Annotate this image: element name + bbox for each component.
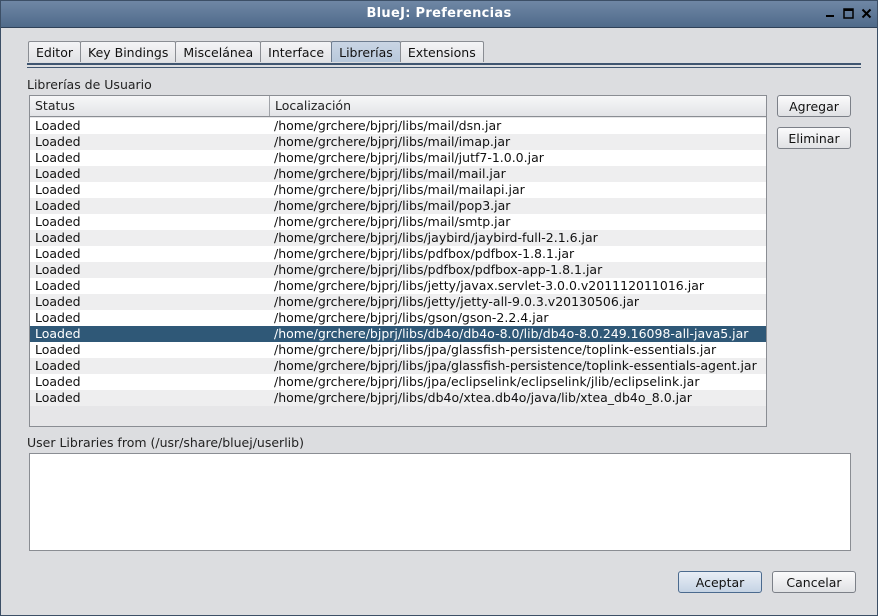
table-row[interactable]: Loaded/home/grchere/bjprj/libs/db4o/db4o… (30, 326, 766, 342)
location-cell: /home/grchere/bjprj/libs/mail/smtp.jar (274, 214, 511, 229)
table-row[interactable]: Loaded/home/grchere/bjprj/libs/mail/mail… (30, 166, 766, 182)
status-cell: Loaded (35, 374, 81, 389)
tab-miscelanea[interactable]: Miscelánea (175, 41, 262, 62)
table-row[interactable]: Loaded/home/grchere/bjprj/libs/mail/pop3… (30, 198, 766, 214)
table-row[interactable]: Loaded/home/grchere/bjprj/libs/db4o/xtea… (30, 390, 766, 406)
location-cell: /home/grchere/bjprj/libs/db4o/xtea.db4o/… (274, 390, 692, 405)
table-row[interactable]: Loaded/home/grchere/bjprj/libs/jetty/jet… (30, 294, 766, 310)
table-row[interactable]: Loaded/home/grchere/bjprj/libs/jaybird/j… (30, 230, 766, 246)
preferences-window: BlueJ: Preferencias Editor Key Bindings … (0, 0, 878, 616)
table-row[interactable]: Loaded/home/grchere/bjprj/libs/mail/mail… (30, 182, 766, 198)
location-cell: /home/grchere/bjprj/libs/mail/mail.jar (274, 166, 506, 181)
table-row[interactable]: Loaded/home/grchere/bjprj/libs/pdfbox/pd… (30, 246, 766, 262)
location-cell: /home/grchere/bjprj/libs/db4o/db4o-8.0/l… (274, 326, 749, 341)
status-cell: Loaded (35, 342, 81, 357)
location-cell: /home/grchere/bjprj/libs/mail/pop3.jar (274, 198, 511, 213)
remove-library-button[interactable]: Eliminar (777, 127, 851, 149)
status-cell: Loaded (35, 182, 81, 197)
window-title: BlueJ: Preferencias (366, 6, 512, 21)
location-cell: /home/grchere/bjprj/libs/mail/dsn.jar (274, 118, 502, 133)
tab-extensions[interactable]: Extensions (399, 41, 484, 62)
system-libraries-label: User Libraries from (/usr/share/bluej/us… (27, 435, 304, 450)
status-cell: Loaded (35, 310, 81, 325)
minimize-icon[interactable] (823, 6, 837, 20)
table-row[interactable]: Loaded/home/grchere/bjprj/libs/mail/smtp… (30, 214, 766, 230)
status-cell: Loaded (35, 166, 81, 181)
table-row[interactable]: Loaded/home/grchere/bjprj/libs/jetty/jav… (30, 278, 766, 294)
table-row[interactable]: Loaded/home/grchere/bjprj/libs/mail/dsn.… (30, 118, 766, 134)
user-libraries-table[interactable]: Status Localización Loaded/home/grchere/… (29, 95, 767, 427)
location-cell: /home/grchere/bjprj/libs/mail/imap.jar (274, 134, 511, 149)
accept-button[interactable]: Aceptar (678, 571, 762, 593)
preferences-tabs: Editor Key Bindings Miscelánea Interface… (28, 41, 484, 63)
location-cell: /home/grchere/bjprj/libs/mail/mailapi.ja… (274, 182, 525, 197)
table-body: Loaded/home/grchere/bjprj/libs/mail/dsn.… (30, 117, 766, 406)
location-cell: /home/grchere/bjprj/libs/jpa/eclipselink… (274, 374, 700, 389)
close-icon[interactable] (859, 6, 873, 20)
status-cell: Loaded (35, 150, 81, 165)
table-row[interactable]: Loaded/home/grchere/bjprj/libs/mail/imap… (30, 134, 766, 150)
window-controls (823, 6, 873, 20)
title-bar[interactable]: BlueJ: Preferencias (1, 1, 877, 28)
table-row[interactable]: Loaded/home/grchere/bjprj/libs/gson/gson… (30, 310, 766, 326)
user-libraries-label: Librerías de Usuario (27, 77, 152, 92)
tab-editor[interactable]: Editor (28, 41, 81, 62)
column-header-status[interactable]: Status (30, 96, 270, 116)
status-cell: Loaded (35, 246, 81, 261)
status-cell: Loaded (35, 358, 81, 373)
table-row[interactable]: Loaded/home/grchere/bjprj/libs/jpa/glass… (30, 342, 766, 358)
location-cell: /home/grchere/bjprj/libs/jpa/glassfish-p… (274, 358, 757, 373)
table-row[interactable]: Loaded/home/grchere/bjprj/libs/mail/jutf… (30, 150, 766, 166)
location-cell: /home/grchere/bjprj/libs/pdfbox/pdfbox-1… (274, 246, 575, 261)
tab-divider-secondary (27, 67, 861, 68)
maximize-icon[interactable] (841, 6, 855, 20)
tab-divider (27, 63, 861, 65)
status-cell: Loaded (35, 118, 81, 133)
column-header-location[interactable]: Localización (270, 96, 766, 116)
location-cell: /home/grchere/bjprj/libs/pdfbox/pdfbox-a… (274, 262, 603, 277)
add-library-button[interactable]: Agregar (777, 95, 851, 117)
status-cell: Loaded (35, 278, 81, 293)
tab-key-bindings[interactable]: Key Bindings (80, 41, 177, 62)
status-cell: Loaded (35, 294, 81, 309)
system-libraries-list[interactable] (29, 453, 851, 551)
status-cell: Loaded (35, 326, 81, 341)
location-cell: /home/grchere/bjprj/libs/jetty/jetty-all… (274, 294, 640, 309)
status-cell: Loaded (35, 134, 81, 149)
location-cell: /home/grchere/bjprj/libs/jetty/javax.ser… (274, 278, 704, 293)
location-cell: /home/grchere/bjprj/libs/jaybird/jaybird… (274, 230, 598, 245)
table-row[interactable]: Loaded/home/grchere/bjprj/libs/jpa/glass… (30, 358, 766, 374)
tab-librerias[interactable]: Librerías (331, 41, 401, 62)
table-header: Status Localización (30, 96, 766, 117)
status-cell: Loaded (35, 198, 81, 213)
cancel-button[interactable]: Cancelar (772, 571, 856, 593)
status-cell: Loaded (35, 390, 81, 405)
status-cell: Loaded (35, 214, 81, 229)
tab-interface[interactable]: Interface (260, 41, 333, 62)
location-cell: /home/grchere/bjprj/libs/mail/jutf7-1.0.… (274, 150, 544, 165)
status-cell: Loaded (35, 230, 81, 245)
table-row[interactable]: Loaded/home/grchere/bjprj/libs/pdfbox/pd… (30, 262, 766, 278)
status-cell: Loaded (35, 262, 81, 277)
table-row[interactable]: Loaded/home/grchere/bjprj/libs/jpa/eclip… (30, 374, 766, 390)
location-cell: /home/grchere/bjprj/libs/gson/gson-2.2.4… (274, 310, 549, 325)
location-cell: /home/grchere/bjprj/libs/jpa/glassfish-p… (274, 342, 717, 357)
